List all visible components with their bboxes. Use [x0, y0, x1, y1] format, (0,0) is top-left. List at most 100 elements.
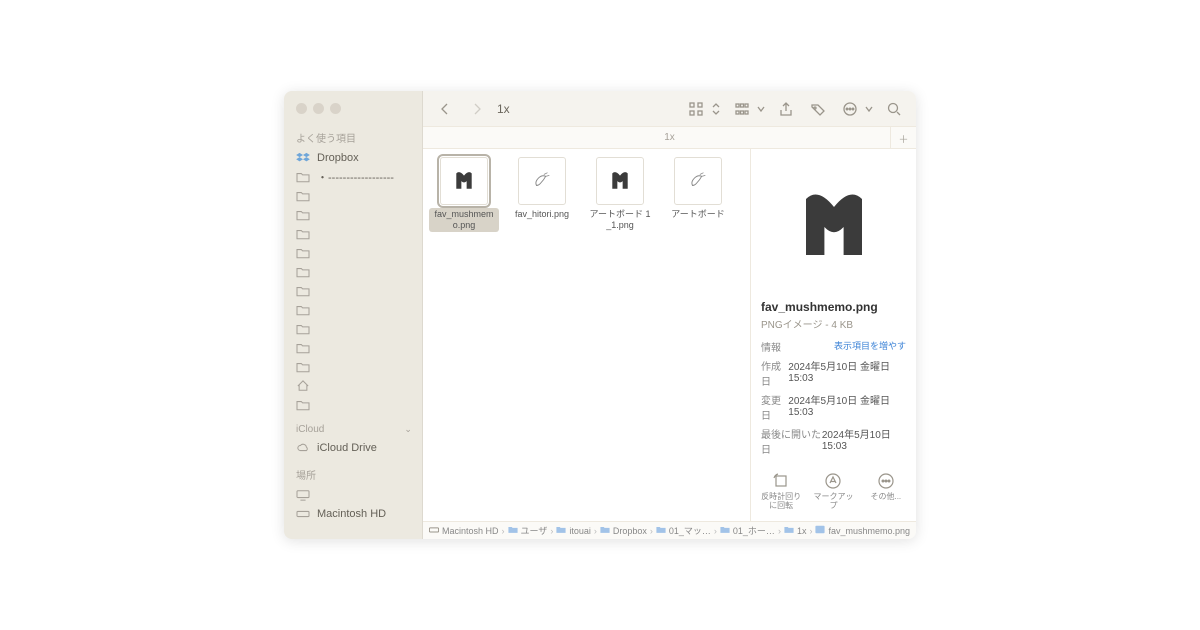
sidebar-item-folder[interactable]	[284, 319, 422, 338]
tab-bar: 1x ＋	[423, 127, 916, 149]
image-icon	[815, 525, 825, 536]
file-name-label: アートボード	[668, 208, 727, 221]
sidebar-item-folder[interactable]	[284, 281, 422, 300]
path-crumb[interactable]: 1x	[784, 525, 807, 536]
chevron-down-icon[interactable]: ⌄	[404, 424, 412, 435]
sidebar-item-label: Dropbox	[317, 152, 359, 164]
tab-title: 1x	[664, 132, 675, 143]
path-crumb[interactable]: 01_マッ…	[656, 524, 711, 537]
preview-quick-actions: 反時計回りに回転 マークアップ その他...	[751, 462, 916, 521]
group-button[interactable]	[730, 97, 754, 121]
display-icon	[296, 489, 310, 501]
file-item[interactable]: アートボード 1_1.png	[585, 157, 655, 232]
folder-icon	[296, 190, 310, 202]
path-separator: ›	[594, 526, 597, 536]
markup-icon	[824, 472, 842, 490]
sketch-icon	[531, 169, 553, 194]
sidebar-favorites-label: よく使う項目	[284, 120, 422, 148]
folder-icon	[508, 525, 518, 536]
sidebar-item-folder[interactable]	[284, 338, 422, 357]
markup-action[interactable]: マークアップ	[811, 472, 855, 511]
minimize-window-button[interactable]	[313, 103, 324, 114]
folder-icon	[720, 525, 730, 536]
path-crumb[interactable]: itouai	[556, 525, 591, 536]
path-crumb-label: Dropbox	[613, 526, 647, 536]
sidebar-item-folder[interactable]	[284, 395, 422, 414]
dropbox-icon	[296, 152, 310, 164]
forward-button[interactable]	[465, 97, 489, 121]
preview-subtitle: PNGイメージ - 4 KB	[751, 314, 916, 337]
sidebar-item-folder[interactable]	[284, 224, 422, 243]
sidebar-item-folder[interactable]	[284, 357, 422, 376]
folder-icon	[296, 209, 310, 221]
folder-icon	[656, 525, 666, 536]
folder-icon	[600, 525, 610, 536]
preview-modified-value: 2024年5月10日 金曜日 15:03	[788, 392, 906, 422]
path-crumb[interactable]: Macintosh HD	[429, 525, 499, 536]
close-window-button[interactable]	[296, 103, 307, 114]
file-item[interactable]: fav_hitori.png	[507, 157, 577, 232]
path-crumb[interactable]: fav_mushmemo.png	[815, 525, 910, 536]
sidebar-item-folder[interactable]	[284, 485, 422, 504]
path-crumb[interactable]: 01_ホー…	[720, 524, 775, 537]
more-action[interactable]: その他...	[864, 472, 908, 511]
sidebar-item-masked[interactable]: ・------------------	[284, 167, 422, 186]
file-name-label: fav_mushmemo.png	[429, 208, 499, 232]
zoom-window-button[interactable]	[330, 103, 341, 114]
path-crumb[interactable]: ユーザ	[508, 524, 548, 537]
sidebar-item-folder[interactable]	[284, 300, 422, 319]
path-crumb-label: 1x	[797, 526, 807, 536]
path-separator: ›	[714, 526, 717, 536]
folder-icon	[296, 399, 310, 411]
rotate-action[interactable]: 反時計回りに回転	[759, 472, 803, 511]
sidebar-item-label: iCloud Drive	[317, 442, 377, 454]
file-name-label: アートボード 1_1.png	[585, 208, 655, 232]
toolbar: 1x	[423, 91, 916, 127]
sidebar-locations-label: 場所	[284, 457, 422, 485]
group-caret-icon[interactable]	[756, 97, 766, 121]
path-crumb-label: ユーザ	[521, 524, 548, 537]
folder-icon	[296, 361, 310, 373]
view-mode-button[interactable]	[684, 97, 708, 121]
sidebar-item-folder[interactable]	[284, 186, 422, 205]
sidebar-item-home[interactable]	[284, 376, 422, 395]
path-bar: Macintosh HD›ユーザ›itouai›Dropbox›01_マッ…›0…	[423, 521, 916, 539]
new-tab-button[interactable]: ＋	[890, 127, 916, 149]
folder-icon	[784, 525, 794, 536]
path-separator: ›	[550, 526, 553, 536]
preview-pane: fav_mushmemo.png PNGイメージ - 4 KB 情報 表示項目を…	[750, 149, 916, 521]
preview-info-label: 情報	[761, 339, 781, 354]
sidebar-item-label: Macintosh HD	[317, 508, 386, 520]
m-logo-icon	[794, 183, 874, 266]
more-icon	[877, 472, 895, 490]
back-button[interactable]	[433, 97, 457, 121]
search-button[interactable]	[882, 97, 906, 121]
file-item[interactable]: アートボード	[663, 157, 733, 232]
sidebar-item-macintosh-hd[interactable]: Macintosh HD	[284, 504, 422, 523]
view-caret-icon[interactable]	[710, 97, 722, 121]
folder-icon	[296, 285, 310, 297]
sidebar-item-folder[interactable]	[284, 262, 422, 281]
preview-created-value: 2024年5月10日 金曜日 15:03	[788, 358, 906, 388]
file-grid[interactable]: fav_mushmemo.png fav_hitori.png アートボード 1_1…	[423, 149, 750, 521]
path-crumb-label: 01_マッ…	[669, 524, 711, 537]
preview-show-more-link[interactable]: 表示項目を増やす	[834, 339, 906, 354]
path-separator: ›	[502, 526, 505, 536]
path-crumb-label: Macintosh HD	[442, 526, 499, 536]
tags-button[interactable]	[806, 97, 830, 121]
sidebar-item-dropbox[interactable]: Dropbox	[284, 148, 422, 167]
folder-icon	[296, 342, 310, 354]
path-crumb[interactable]: Dropbox	[600, 525, 647, 536]
sidebar-item-folder[interactable]	[284, 243, 422, 262]
share-button[interactable]	[774, 97, 798, 121]
action-menu-button[interactable]	[838, 97, 862, 121]
sidebar-item-icloud-drive[interactable]: iCloud Drive	[284, 438, 422, 457]
action-caret-icon[interactable]	[864, 97, 874, 121]
preview-opened-label: 最後に開いた日	[761, 426, 822, 456]
folder-icon	[556, 525, 566, 536]
sidebar-item-folder[interactable]	[284, 205, 422, 224]
path-crumb-label: fav_mushmemo.png	[828, 526, 910, 536]
window-controls	[284, 97, 422, 120]
file-item[interactable]: fav_mushmemo.png	[429, 157, 499, 232]
path-crumb-label: itouai	[569, 526, 591, 536]
